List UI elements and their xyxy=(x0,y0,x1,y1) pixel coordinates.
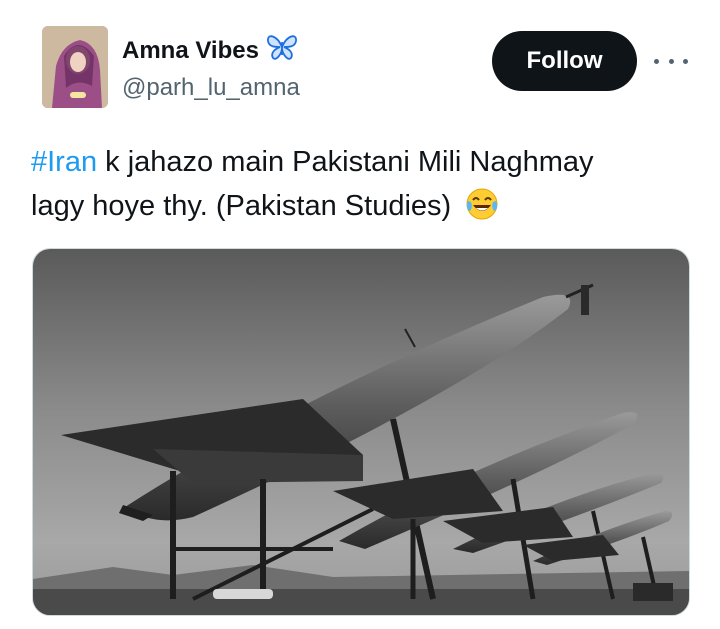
tweet-text-line2: lagy hoye thy. (Pakistan Studies) xyxy=(31,190,452,222)
author-name[interactable]: Amna Vibes xyxy=(122,33,299,68)
tears-of-joy-emoji xyxy=(465,187,499,234)
tweet-photo[interactable] xyxy=(32,248,690,616)
author-handle[interactable]: @parh_lu_amna xyxy=(122,74,300,102)
dot xyxy=(683,58,688,64)
tweet-text-line1: k jahazo main Pakistani Mili Naghmay xyxy=(97,146,594,178)
hashtag-link[interactable]: #Iran xyxy=(31,146,97,178)
more-options-icon[interactable] xyxy=(654,50,688,72)
dot xyxy=(668,58,674,64)
tweet-text: #Iran k jahazo main Pakistani Mili Naghm… xyxy=(31,140,691,234)
avatar[interactable] xyxy=(42,26,108,108)
drone-photo xyxy=(33,249,689,615)
author-display-name[interactable]: Amna Vibes xyxy=(122,37,259,65)
dot xyxy=(654,58,659,64)
follow-button[interactable]: Follow xyxy=(492,31,637,91)
butterfly-icon xyxy=(265,33,299,68)
